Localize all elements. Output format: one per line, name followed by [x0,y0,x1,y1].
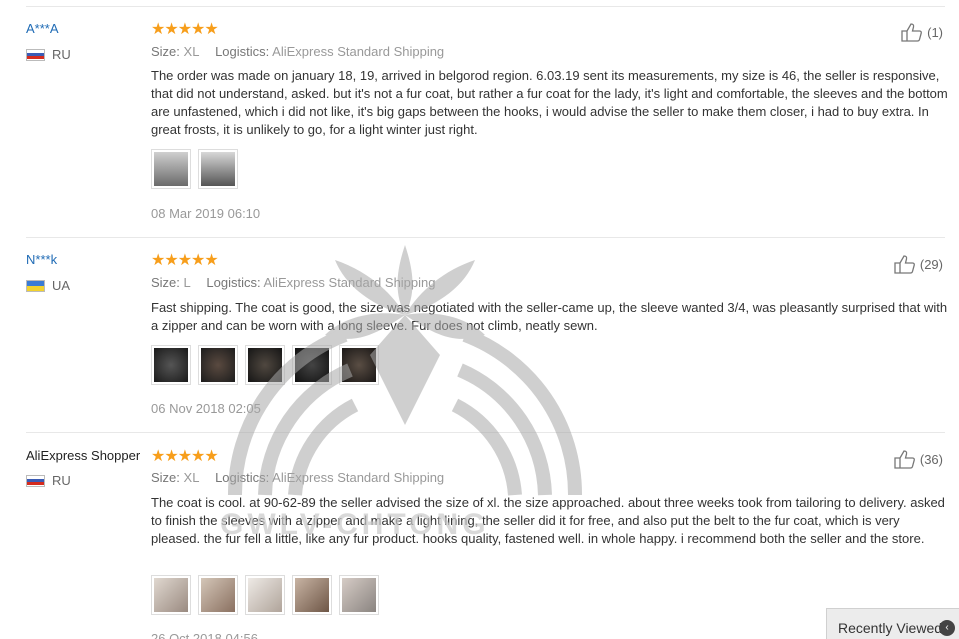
photo-image [295,578,329,612]
review-divider [26,6,945,7]
flag-ru-icon [26,48,45,61]
country-code: UA [52,278,71,293]
flag-ua-icon [26,279,45,292]
thumbs-up-icon [901,23,923,42]
review-text-2: Fast shipping. The coat is good, the siz… [151,300,948,333]
size-label: Size: [151,275,180,290]
thumbs-up-icon [894,450,915,469]
review-photo[interactable] [339,345,379,385]
review-text-1: The order was made on january 18, 19, ar… [151,68,948,137]
photo-image [154,152,188,186]
recently-viewed-button[interactable]: Recently Viewed ‹ [826,608,959,639]
size-value: XL [183,470,200,485]
watermark-text: GWLV-CHTONG [220,508,490,541]
review-photo[interactable] [339,575,379,615]
logistics-value: AliExpress Standard Shipping [272,44,445,59]
photo-image [295,348,329,382]
review-photos-3 [151,575,379,615]
helpful-count: (1) [927,24,943,40]
size-value: XL [183,44,200,59]
flag-ru-icon [26,474,45,487]
photo-image [154,578,188,612]
review-photo[interactable] [151,345,191,385]
review-photo[interactable] [151,149,191,189]
helpful-count: (29) [919,256,943,272]
review-photo[interactable] [198,345,238,385]
helpful-button-3[interactable]: (36) [893,449,943,469]
helpful-button-2[interactable]: (29) [893,254,943,274]
review-divider [26,237,945,238]
logistics-value: AliExpress Standard Shipping [272,470,445,485]
review-meta-3: Size: XL Logistics: AliExpress Standard … [151,470,456,485]
review-photo[interactable] [198,149,238,189]
review-photos-2 [151,345,379,385]
photo-image [201,348,235,382]
review-divider [26,432,945,433]
review-country-2: UA [26,278,70,293]
review-date-2: 06 Nov 2018 02:05 [151,401,261,416]
review-meta-2: Size: L Logistics: AliExpress Standard S… [151,275,448,290]
review-country-3: RU [26,473,71,488]
photo-image [154,348,188,382]
review-country-1: RU [26,47,71,62]
logistics-value: AliExpress Standard Shipping [263,275,436,290]
logistics-label: Logistics: [215,470,270,485]
logistics-label: Logistics: [215,44,270,59]
photo-image [342,348,376,382]
rating-stars: ★★★★★ [151,21,219,38]
review-user-2[interactable]: N***k [26,252,57,267]
review-meta-1: Size: XL Logistics: AliExpress Standard … [151,44,456,59]
helpful-button-1[interactable]: (1) [900,22,943,42]
country-code: RU [52,473,71,488]
rating-stars: ★★★★★ [151,448,219,465]
rating-stars: ★★★★★ [151,252,219,269]
recently-viewed-label: Recently Viewed [838,620,943,636]
photo-image [342,578,376,612]
review-photo[interactable] [292,345,332,385]
country-code: RU [52,47,71,62]
review-photo[interactable] [198,575,238,615]
logistics-label: Logistics: [206,275,261,290]
thumbs-up-icon [894,255,915,274]
chevron-icon: ‹ [939,620,955,636]
review-date-1: 08 Mar 2019 06:10 [151,206,261,221]
review-photo[interactable] [151,575,191,615]
size-label: Size: [151,470,180,485]
review-user-3: AliExpress Shopper [26,448,141,463]
review-photo[interactable] [292,575,332,615]
review-photo[interactable] [245,345,285,385]
photo-image [248,578,282,612]
review-user-1[interactable]: A***A [26,21,59,36]
review-photos-1 [151,149,238,189]
photo-image [248,348,282,382]
size-value: L [183,275,191,290]
review-date-3: 26 Oct 2018 04:56 [151,631,258,639]
photo-image [201,152,235,186]
review-photo[interactable] [245,575,285,615]
size-label: Size: [151,44,180,59]
helpful-count: (36) [919,451,943,467]
photo-image [201,578,235,612]
